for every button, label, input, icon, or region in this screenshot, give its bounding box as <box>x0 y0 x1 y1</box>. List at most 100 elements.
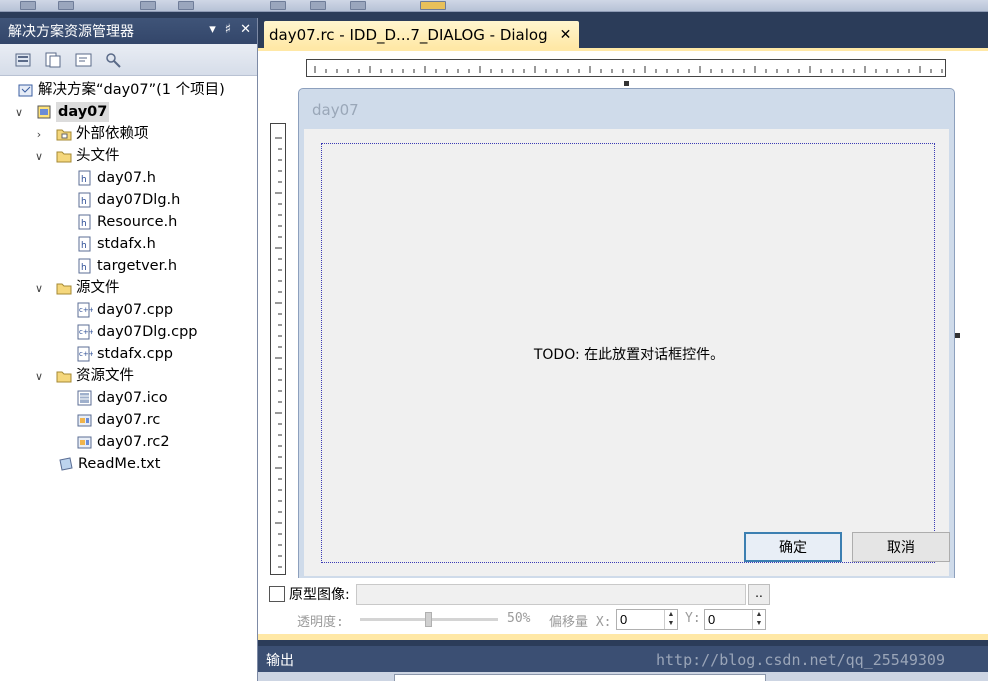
folder-icon <box>56 368 72 384</box>
toolbar-button[interactable] <box>58 1 74 10</box>
offset-x-label: 偏移量 X: <box>549 615 612 630</box>
offset-x-value: 0 <box>620 612 628 627</box>
tree-item-external-deps[interactable]: › 外部依赖项 <box>0 123 257 145</box>
tree-item-label: ReadMe.txt <box>78 456 161 472</box>
tree-item-file[interactable]: day07.ico <box>0 387 257 409</box>
ico-file-icon <box>77 390 93 406</box>
header-file-icon: h <box>77 236 93 252</box>
horizontal-ruler[interactable] <box>306 59 946 77</box>
svg-text:c++: c++ <box>79 350 93 358</box>
folder-icon <box>56 148 72 164</box>
prototype-image-checkbox[interactable] <box>269 586 285 602</box>
prototype-image-label: 原型图像: <box>289 587 350 603</box>
properties-icon[interactable] <box>14 51 34 69</box>
dialog-title: day07 <box>312 101 359 119</box>
cpp-file-icon: c++ <box>77 324 93 340</box>
tree-item-solution[interactable]: 解决方案“day07”(1 个项目) <box>0 79 257 101</box>
tree-item-label: day07.h <box>97 170 156 186</box>
slider-thumb[interactable] <box>425 612 432 627</box>
tree-item-label: 解决方案“day07”(1 个项目) <box>38 82 225 98</box>
dialog-preview[interactable]: day07 TODO: 在此放置对话框控件。 确定 取消 <box>298 88 955 581</box>
resize-handle[interactable] <box>624 81 629 86</box>
tree-item-label: 头文件 <box>76 148 120 164</box>
tree-item-label: day07.rc <box>97 412 161 428</box>
tree-item-source-files[interactable]: ∨ 源文件 <box>0 277 257 299</box>
svg-text:h: h <box>81 197 87 207</box>
output-toolbar <box>258 672 988 681</box>
tree-item-label: stdafx.h <box>97 236 156 252</box>
expand-arrow-icon[interactable]: ∨ <box>32 282 46 295</box>
resize-handle[interactable] <box>955 333 960 338</box>
toolbar-button[interactable] <box>420 1 446 10</box>
tree-item-file[interactable]: c++ day07Dlg.cpp <box>0 321 257 343</box>
offset-y-spinner[interactable]: 0 ▲ ▼ <box>704 609 766 630</box>
header-file-icon: h <box>77 192 93 208</box>
txt-file-icon <box>58 456 74 472</box>
expand-arrow-icon[interactable]: ∨ <box>12 106 26 119</box>
vertical-ruler[interactable] <box>270 123 286 575</box>
svg-text:h: h <box>81 219 87 229</box>
spinner-arrows-icon[interactable]: ▲ ▼ <box>752 610 765 629</box>
ok-button[interactable]: 确定 <box>744 532 842 562</box>
tree-item-header-files[interactable]: ∨ 头文件 <box>0 145 257 167</box>
output-source-dropdown[interactable] <box>394 674 766 681</box>
expand-arrow-icon[interactable]: ∨ <box>32 150 46 163</box>
solution-icon <box>18 82 34 98</box>
tree-item-file[interactable]: day07.rc <box>0 409 257 431</box>
dropdown-icon[interactable]: ▾ <box>209 22 216 37</box>
toolbar-button[interactable] <box>20 1 36 10</box>
tab-label: day07.rc - IDD_D...7_DIALOG - Dialog <box>269 25 548 44</box>
view-code-icon[interactable] <box>74 51 94 69</box>
toolbar-button[interactable] <box>310 1 326 10</box>
transparency-slider[interactable] <box>360 612 498 627</box>
toolbar-button[interactable] <box>178 1 194 10</box>
tree-item-file[interactable]: day07.rc2 <box>0 431 257 453</box>
tree-item-label: Resource.h <box>97 214 178 230</box>
toolbar-button[interactable] <box>270 1 286 10</box>
tree-item-resource-files[interactable]: ∨ 资源文件 <box>0 365 257 387</box>
close-icon[interactable]: ✕ <box>560 27 572 43</box>
class-diagram-icon[interactable] <box>104 51 124 69</box>
tree-item-file[interactable]: h Resource.h <box>0 211 257 233</box>
close-icon[interactable]: ✕ <box>240 22 251 37</box>
tree-item-file[interactable]: c++ day07.cpp <box>0 299 257 321</box>
tree-item-label: day07 <box>56 102 110 122</box>
toolbar-button[interactable] <box>350 1 366 10</box>
output-title: 输出 <box>266 653 294 669</box>
toolbar-button[interactable] <box>140 1 156 10</box>
svg-text:h: h <box>81 175 87 185</box>
tree-item-label: day07Dlg.h <box>97 192 181 208</box>
tree-item-file[interactable]: h stdafx.h <box>0 233 257 255</box>
tree-item-project[interactable]: ∨ day07 <box>0 101 257 123</box>
tree-item-file[interactable]: h day07Dlg.h <box>0 189 257 211</box>
todo-label[interactable]: TODO: 在此放置对话框控件。 <box>322 344 936 364</box>
header-file-icon: h <box>77 258 93 274</box>
tree-item-label: 外部依赖项 <box>76 126 149 142</box>
dialog-client-area[interactable]: TODO: 在此放置对话框控件。 确定 取消 <box>304 129 950 576</box>
solution-explorer-header: 解决方案资源管理器 ▾ ♯ ✕ <box>0 18 257 44</box>
offset-x-spinner[interactable]: 0 ▲ ▼ <box>616 609 678 630</box>
spinner-arrows-icon[interactable]: ▲ ▼ <box>664 610 677 629</box>
rc-file-icon <box>77 434 93 450</box>
tree-item-label: 资源文件 <box>76 368 134 384</box>
expand-arrow-icon[interactable]: › <box>32 128 46 141</box>
prototype-image-path-input[interactable] <box>356 584 746 605</box>
tree-item-file[interactable]: h targetver.h <box>0 255 257 277</box>
tree-item-label: day07.rc2 <box>97 434 170 450</box>
cancel-button[interactable]: 取消 <box>852 532 950 562</box>
tree-item-file[interactable]: c++ stdafx.cpp <box>0 343 257 365</box>
tree-item-file[interactable]: ReadMe.txt <box>0 453 257 475</box>
watermark: http://blog.csdn.net/qq_25549309 <box>656 651 945 669</box>
expand-arrow-icon[interactable]: ∨ <box>32 370 46 383</box>
prototype-image-bar: 原型图像: .. 透明度: 50% 偏移量 X: 0 ▲ ▼ Y: 0 ▲ ▼ <box>258 578 988 634</box>
show-all-files-icon[interactable] <box>44 51 64 69</box>
tree-item-file[interactable]: h day07.h <box>0 167 257 189</box>
browse-button[interactable]: .. <box>748 584 770 605</box>
svg-text:c++: c++ <box>79 306 93 314</box>
solution-explorer-toolbar <box>0 44 257 76</box>
external-deps-icon <box>56 126 72 142</box>
pin-icon[interactable]: ♯ <box>225 22 231 37</box>
main-toolbar <box>0 0 988 12</box>
offset-y-value: 0 <box>708 612 716 627</box>
tab-dialog-editor[interactable]: day07.rc - IDD_D...7_DIALOG - Dialog ✕ <box>264 21 580 48</box>
